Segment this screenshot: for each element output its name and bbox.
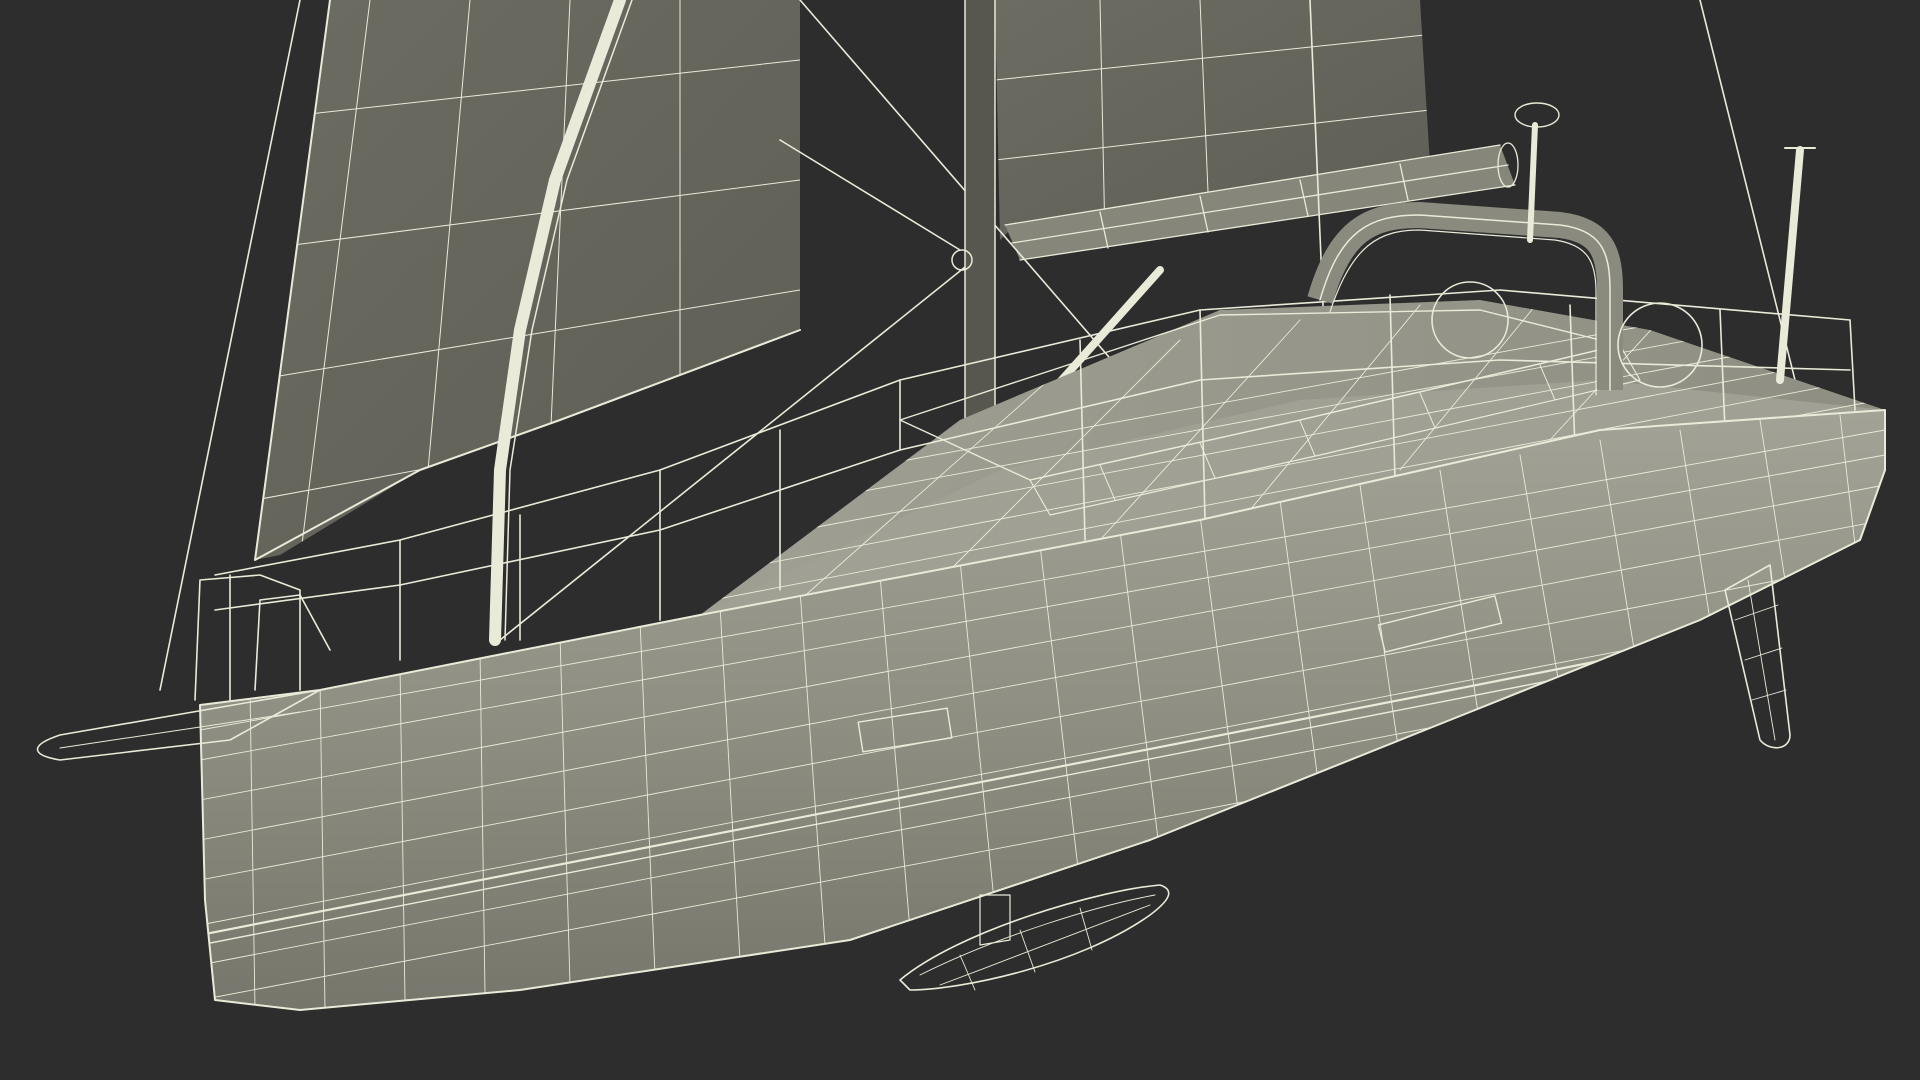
render-viewport [0,0,1920,1080]
sailboat-render [36,0,1886,1011]
jib-sail [254,0,801,646]
